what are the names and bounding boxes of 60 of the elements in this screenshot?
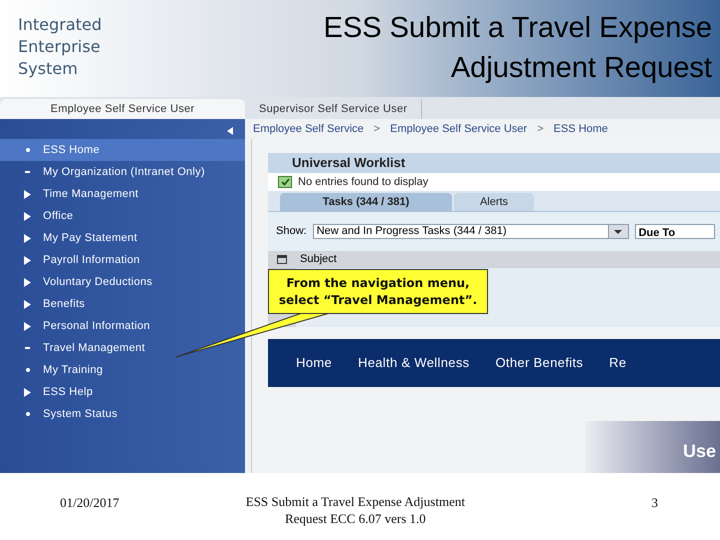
callout-box: From the navigation menu, select “Travel Management”. [268, 269, 488, 314]
sidebar-item[interactable]: My Organization (Intranet Only) [0, 161, 245, 183]
show-label: Show: [276, 224, 307, 240]
nav-link[interactable]: Re [609, 353, 626, 373]
logo-text: System [18, 58, 79, 80]
slide-date: 01/20/2017 [60, 494, 120, 512]
banner-text: Use [682, 440, 716, 463]
arrow-icon [24, 388, 31, 396]
breadcrumb-link[interactable]: ESS Home [554, 120, 608, 138]
arrow-icon [24, 322, 31, 330]
slide-title: Adjustment Request [450, 51, 712, 86]
column-header: Subject [299, 252, 337, 267]
arrow-icon [24, 234, 31, 242]
page-number: 3 [651, 494, 658, 512]
sidebar-item[interactable]: Voluntary Deductions [0, 271, 245, 293]
sidebar-item[interactable]: Travel Management [0, 337, 245, 359]
slide-caption: ESS Submit a Travel Expense Adjustment [246, 493, 465, 510]
worklist-tab[interactable]: Tasks (344 / 381) [280, 193, 452, 211]
check-icon [278, 176, 292, 188]
sidebar-item[interactable]: ESS Help [0, 381, 245, 403]
nav-link[interactable]: Health & Wellness [358, 353, 470, 373]
logo-text: Integrated [18, 14, 102, 36]
logo-text: Enterprise [18, 36, 102, 58]
portal-tab[interactable]: Supervisor Self Service User [245, 99, 422, 119]
show-dropdown[interactable]: New and In Progress Tasks (344 / 381) [312, 224, 629, 239]
sidebar-item[interactable]: ESS Home [0, 139, 245, 161]
sidebar-item[interactable]: Personal Information [0, 315, 245, 337]
worklist-tab[interactable]: Alerts [454, 193, 534, 211]
nav-link[interactable]: Home [296, 353, 332, 373]
slide-title: ESS Submit a Travel Expense [324, 11, 712, 46]
arrow-icon [24, 278, 31, 286]
portal-tab[interactable]: Employee Self Service User [0, 99, 245, 119]
dropdown-caret-icon [614, 230, 622, 234]
arrow-icon [24, 300, 31, 308]
breadcrumb-separator: > [537, 122, 544, 137]
sidebar-item[interactable]: Office [0, 205, 245, 227]
dash-icon [25, 347, 30, 349]
bullet-icon [26, 368, 30, 372]
breadcrumb-separator: > [374, 122, 380, 137]
sidebar-item[interactable]: Time Management [0, 183, 245, 205]
status-message: No entries found to display [298, 174, 428, 190]
nav-link[interactable]: Other Benefits [495, 353, 584, 373]
breadcrumb-link[interactable]: Employee Self Service [253, 120, 364, 138]
dash-icon [25, 171, 30, 173]
collapse-arrow-icon[interactable] [227, 127, 233, 135]
arrow-icon [24, 256, 31, 264]
arrow-icon [24, 190, 31, 198]
bullet-icon [26, 148, 30, 152]
sidebar-item[interactable]: System Status [0, 403, 245, 425]
bullet-icon [26, 412, 30, 416]
slide-caption: Request ECC 6.07 vers 1.0 [284, 510, 426, 527]
sidebar-item[interactable]: Payroll Information [0, 249, 245, 271]
table-menu-icon[interactable] [277, 254, 287, 264]
sort-dropdown[interactable]: Due To [634, 224, 715, 239]
sidebar-item[interactable]: My Training [0, 359, 245, 381]
arrow-icon [24, 212, 31, 220]
worklist-title: Universal Worklist [268, 153, 720, 173]
sidebar-item[interactable]: Benefits [0, 293, 245, 315]
sidebar-item[interactable]: My Pay Statement [0, 227, 245, 249]
breadcrumb-link[interactable]: Employee Self Service User [390, 120, 528, 138]
